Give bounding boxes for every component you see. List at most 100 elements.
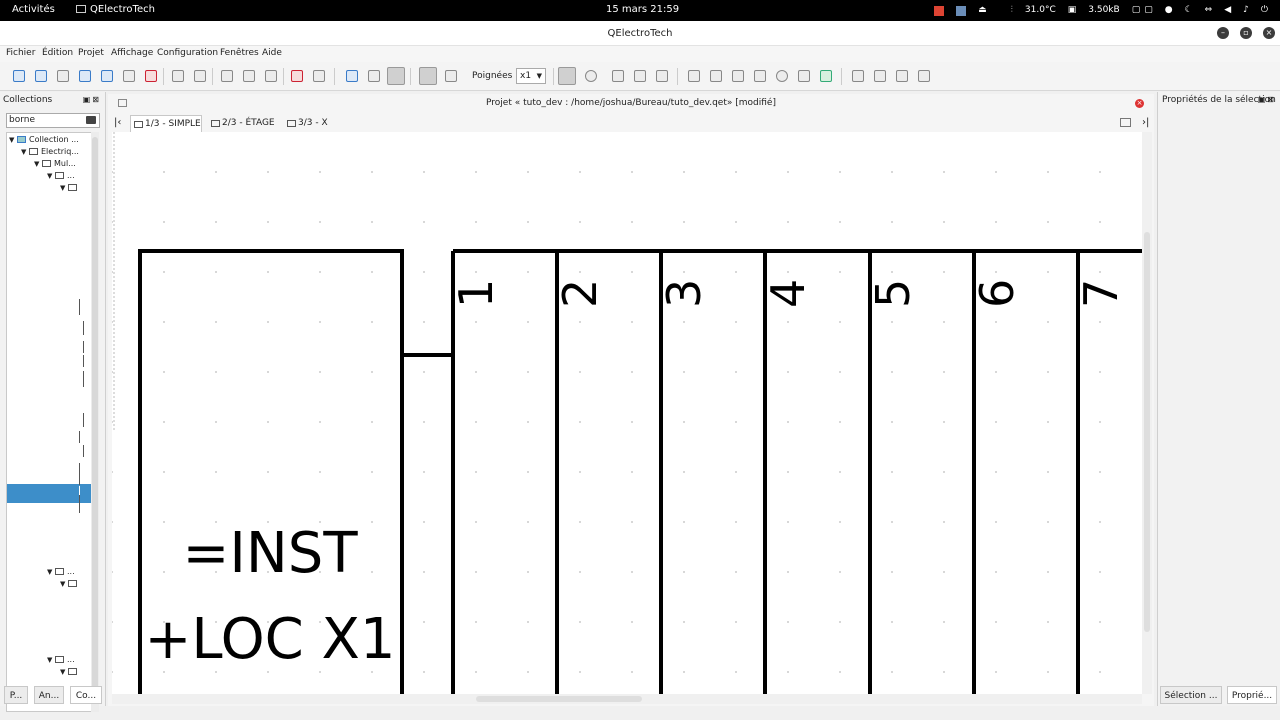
align-bottom-icon[interactable]	[918, 70, 930, 82]
select-mode-icon[interactable]	[419, 67, 437, 85]
drop-icon[interactable]: ●	[1165, 3, 1173, 18]
microphone-icon[interactable]: ♪	[1243, 3, 1249, 18]
grid-icon[interactable]	[558, 67, 576, 85]
workspace-2-icon[interactable]: ▢	[1144, 3, 1153, 18]
network-speed[interactable]: 3.50kB	[1088, 3, 1119, 18]
terminal-number-2[interactable]: 2	[553, 279, 607, 308]
terminal-strip-drawing[interactable]: =INST +LOC X1 1 2 3 4 5 6 7	[112, 132, 1142, 694]
add-image-icon[interactable]	[710, 70, 722, 82]
undo-icon[interactable]	[172, 70, 184, 82]
tab-collections[interactable]: Co...	[70, 686, 102, 704]
dock-float-close-icons[interactable]: ▣⊠	[1258, 95, 1276, 104]
zoom-fit-icon[interactable]	[346, 70, 358, 82]
terminal-number-4[interactable]: 4	[761, 279, 815, 308]
terminal-number-7[interactable]: 7	[1074, 279, 1128, 308]
expand-arrow-icon[interactable]: ▼	[47, 566, 55, 578]
first-page-icon[interactable]: |‹	[114, 117, 121, 128]
paste-icon[interactable]	[265, 70, 277, 82]
grid-toggle-icon[interactable]	[387, 67, 405, 85]
last-page-icon[interactable]: ›|	[1142, 117, 1149, 128]
dock-float-close-icons[interactable]: ▣⊠	[83, 95, 101, 104]
tab-page-3[interactable]: 3/3 - X	[284, 115, 334, 132]
scroll-thumb[interactable]	[1144, 232, 1150, 632]
terminal-symbol-icon[interactable]	[79, 299, 80, 315]
align-center-icon[interactable]	[874, 70, 886, 82]
collection-scrollbar[interactable]	[91, 132, 99, 712]
tree-item-multi[interactable]: ▼ Mul...	[34, 158, 76, 170]
terminal-number-5[interactable]: 5	[866, 279, 920, 308]
redo-icon[interactable]	[194, 70, 206, 82]
hand-mode-icon[interactable]	[445, 70, 457, 82]
expand-arrow-icon[interactable]: ▼	[47, 654, 55, 666]
close-button[interactable]: ×	[1263, 27, 1275, 39]
tab-project[interactable]: P...	[4, 686, 28, 704]
power-icon[interactable]: ⏻	[1261, 3, 1268, 18]
collection-tree[interactable]: ▼ Collection ... ▼ Electriq... ▼ Mul... ▼..…	[6, 132, 92, 712]
canvas-horizontal-scrollbar[interactable]	[112, 694, 1142, 704]
terminal-symbol-icon[interactable]	[83, 371, 84, 387]
volume-icon[interactable]: ◀	[1224, 3, 1231, 18]
terminal-symbol-icon[interactable]	[83, 355, 84, 367]
tab-analysis[interactable]: An...	[34, 686, 64, 704]
align-down-icon[interactable]	[896, 70, 908, 82]
terminal-number-3[interactable]: 3	[657, 279, 711, 308]
delete-icon[interactable]	[291, 70, 303, 82]
terminal-symbol-icon[interactable]	[79, 495, 80, 513]
expand-arrow-icon[interactable]: ▼	[9, 134, 17, 146]
menu-configuration[interactable]: Configuration	[157, 48, 218, 58]
save-as-icon[interactable]	[79, 70, 91, 82]
open-project-icon[interactable]	[35, 70, 47, 82]
tab-selection[interactable]: Sélection ...	[1160, 686, 1222, 704]
workspace-1-icon[interactable]: ▢	[1132, 3, 1141, 18]
canvas-vertical-scrollbar[interactable]	[1142, 132, 1152, 694]
night-light-icon[interactable]: ☾	[1185, 3, 1193, 18]
add-table-icon[interactable]	[820, 70, 832, 82]
menu-affichage[interactable]: Affichage	[111, 48, 153, 58]
tree-item-subfolder[interactable]: ▼	[60, 578, 80, 590]
temperature-readout[interactable]: ⫶ 31.0°C	[999, 3, 1056, 18]
terminal-symbol-icon[interactable]	[83, 341, 84, 353]
minimize-button[interactable]: –	[1217, 27, 1229, 39]
terminal-symbol-icon[interactable]	[83, 321, 84, 335]
menu-edition[interactable]: Édition	[42, 48, 73, 58]
expand-arrow-icon[interactable]: ▼	[21, 146, 29, 158]
tree-item-folder[interactable]: ▼...	[47, 654, 75, 666]
tree-item-electric[interactable]: ▼ Electriq...	[21, 146, 79, 158]
app-menu[interactable]: QElectroTech	[76, 4, 155, 15]
tree-item-collection[interactable]: ▼ Collection ...	[9, 134, 79, 146]
maximize-button[interactable]: ▫	[1240, 27, 1252, 39]
export-icon[interactable]	[101, 70, 113, 82]
menu-fichier[interactable]: Fichier	[6, 48, 35, 58]
clock[interactable]: 15 mars 21:59	[606, 4, 679, 15]
diagram-canvas[interactable]: =INST +LOC X1 1 2 3 4 5 6 7	[112, 132, 1142, 694]
contrast-icon[interactable]	[585, 70, 597, 82]
conductor-icon[interactable]	[368, 70, 380, 82]
menu-aide[interactable]: Aide	[262, 48, 282, 58]
close-project-icon[interactable]: ×	[1135, 99, 1144, 108]
add-ellipse-icon[interactable]	[776, 70, 788, 82]
expand-arrow-icon[interactable]: ▼	[34, 158, 42, 170]
scroll-thumb[interactable]	[476, 696, 642, 702]
menu-fenetres[interactable]: Fenêtres	[220, 48, 259, 58]
add-line-icon[interactable]	[732, 70, 744, 82]
new-project-icon[interactable]	[13, 70, 25, 82]
memory-icon[interactable]: ▣	[1068, 3, 1077, 18]
window-titlebar[interactable]: QElectroTech – ▫ ×	[0, 21, 1280, 46]
terminal-symbol-icon[interactable]	[83, 445, 84, 457]
terminal-number-6[interactable]: 6	[970, 279, 1024, 308]
cut-icon[interactable]	[221, 70, 233, 82]
save-icon[interactable]	[57, 70, 69, 82]
print-icon[interactable]	[123, 70, 135, 82]
scroll-thumb[interactable]	[92, 137, 98, 692]
zoom-in-icon[interactable]	[634, 70, 646, 82]
tree-item-folder[interactable]: ▼...	[47, 566, 75, 578]
clear-search-icon[interactable]	[86, 116, 96, 124]
tab-page-1[interactable]: 1/3 - SIMPLE	[130, 115, 202, 132]
align-up-icon[interactable]	[852, 70, 864, 82]
terminal-symbol-icon[interactable]	[83, 413, 84, 427]
eject-icon[interactable]: ⏏	[978, 3, 987, 18]
tree-item-subfolder[interactable]: ▼	[60, 666, 80, 678]
menu-projet[interactable]: Projet	[78, 48, 104, 58]
zoom-out-icon[interactable]	[656, 70, 668, 82]
expand-arrow-icon[interactable]: ▼	[60, 666, 68, 678]
